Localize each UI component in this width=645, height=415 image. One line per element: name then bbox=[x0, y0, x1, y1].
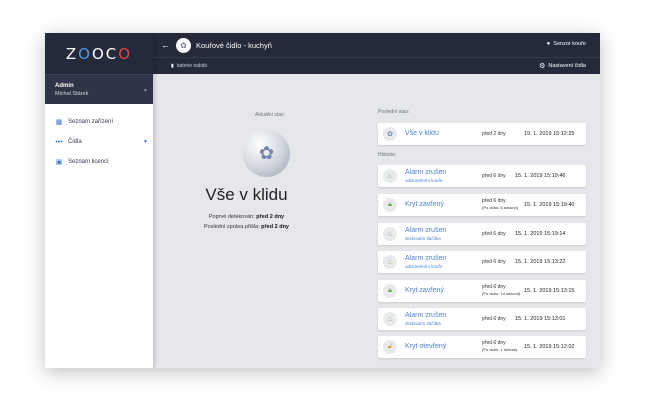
event-timestamp: 15. 1. 2019 15:13:22 bbox=[515, 259, 566, 265]
battery-label: baterie nabitá bbox=[176, 63, 208, 69]
chevron-down-icon[interactable]: ▼ bbox=[143, 88, 148, 94]
last-state-card[interactable]: ✿ Vše v klidu před 2 dny 19. 1. 2019 15:… bbox=[378, 123, 586, 145]
fan-icon: ✿ bbox=[383, 127, 397, 141]
logo-letter: O bbox=[78, 44, 92, 63]
sensor-type-button[interactable]: ● Senzor kouře bbox=[547, 41, 586, 47]
smoke-sensor-icon: ✿ bbox=[176, 37, 191, 53]
history-item[interactable]: ♨ Alarm zrušen stisknutím tlačítka před … bbox=[378, 223, 586, 245]
sensor-settings-button[interactable]: ⚙ Nastavení čidla bbox=[539, 62, 586, 70]
event-title: Alarm zrušen bbox=[405, 312, 447, 319]
event-ago: před 6 dny bbox=[482, 316, 506, 322]
event-timestamp: 15. 1. 2019 15:13:01 bbox=[515, 316, 566, 322]
logo[interactable]: ZOOCO bbox=[66, 45, 132, 63]
current-state-label: Aktuální stav: bbox=[255, 112, 286, 118]
event-timestamp: 15. 1. 2019 15:12:02 bbox=[524, 344, 575, 350]
grid-icon: ▦ bbox=[55, 119, 63, 126]
event-title: Kryt zavřený bbox=[405, 287, 444, 294]
logo-bar: ZOOCO bbox=[45, 33, 153, 74]
user-role: Admin bbox=[55, 82, 74, 89]
sensor-settings-label: Nastavení čidla bbox=[548, 63, 586, 69]
history-item[interactable]: 🔒︎ Kryt zavřený před 6 dny (Po dobu: 14 … bbox=[378, 280, 586, 302]
smoke-sensor-icon: ✿ bbox=[243, 130, 290, 177]
history-label: Historie: bbox=[378, 152, 397, 158]
battery-status: ▮ baterie nabitá bbox=[171, 63, 207, 69]
sub-header-bar: ▮ baterie nabitá ⚙ Nastavení čidla bbox=[153, 57, 600, 74]
header-bar: ← ✿ Kouřové čidlo - kuchyň ● Senzor kouř… bbox=[153, 33, 600, 57]
app-window: ZOOCO Admin Michal Stárek ▼ ▦ Seznam zař… bbox=[45, 33, 600, 368]
sidebar-item-sensors[interactable]: ••• Čidla ▼ bbox=[45, 132, 153, 152]
event-timestamp: 15. 1. 2019 15:13:15 bbox=[524, 288, 575, 294]
sidebar-item-devices[interactable]: ▦ Seznam zařízení bbox=[45, 112, 153, 132]
battery-icon: ▮ bbox=[171, 63, 174, 69]
page-title: Kouřové čidlo - kuchyň bbox=[196, 40, 272, 50]
smoke-icon: ♨ bbox=[383, 312, 397, 326]
event-duration: (Po dobu: 14 sekund) bbox=[482, 291, 521, 296]
event-ago: před 6 dny bbox=[482, 173, 506, 179]
document-icon: ▣ bbox=[55, 159, 63, 166]
event-ago: před 6 dny bbox=[482, 259, 506, 265]
sidebar: ZOOCO Admin Michal Stárek ▼ ▦ Seznam zař… bbox=[45, 33, 153, 368]
event-subtitle: stisknutím tlačítka bbox=[405, 321, 441, 326]
event-ago: před 6 dny bbox=[482, 340, 506, 346]
first-detected-label: Poprvé detekován: bbox=[208, 214, 255, 220]
sidebar-item-licenses[interactable]: ▣ Seznam licencí bbox=[45, 152, 153, 172]
sidebar-item-label: Čidla bbox=[68, 139, 82, 145]
dots-icon: ••• bbox=[55, 138, 63, 146]
event-title: Kryt otevřený bbox=[405, 343, 447, 350]
event-subtitle: odstraněním kouře bbox=[405, 264, 443, 269]
last-message: Poslední zpráva přišla: před 2 dny bbox=[158, 224, 335, 230]
event-title: Vše v klidu bbox=[405, 130, 439, 137]
last-message-label: Poslední zpráva přišla: bbox=[204, 224, 260, 230]
lock-icon: 🔒︎ bbox=[383, 284, 397, 298]
logo-letter: O bbox=[91, 44, 106, 63]
logo-letter: C bbox=[105, 44, 119, 63]
event-ago: před 2 dny bbox=[482, 131, 506, 137]
user-box[interactable]: Admin Michal Stárek ▼ bbox=[45, 74, 153, 104]
logo-letter: O bbox=[118, 44, 133, 63]
event-title: Alarm zrušen bbox=[405, 227, 447, 234]
lock-icon: 🔒︎ bbox=[383, 198, 397, 212]
back-arrow-icon[interactable]: ← bbox=[161, 40, 170, 50]
event-subtitle: stisknutím tlačítka bbox=[405, 236, 441, 241]
event-duration: (Po dobu: 1 minuta) bbox=[482, 347, 518, 352]
gear-icon: ⚙ bbox=[539, 63, 546, 70]
event-timestamp: 19. 1. 2019 15:12:25 bbox=[524, 131, 575, 137]
event-subtitle: odstraněním kouře bbox=[405, 178, 443, 183]
last-message-value: před 2 dny bbox=[261, 224, 289, 230]
user-name: Michal Stárek bbox=[55, 90, 89, 97]
chevron-down-icon[interactable]: ▼ bbox=[143, 139, 148, 145]
event-timestamp: 15. 1. 2019 15:19:46 bbox=[515, 173, 566, 179]
event-timestamp: 15. 1. 2019 15:19:14 bbox=[515, 231, 566, 237]
sensor-type-label: Senzor kouře bbox=[553, 41, 586, 47]
first-detected-value: před 2 dny bbox=[256, 214, 285, 220]
history-item[interactable]: ♨ Alarm zrušen odstraněním kouře před 6 … bbox=[378, 251, 586, 273]
first-detected: Poprvé detekován: před 2 dny bbox=[158, 214, 335, 220]
history-item[interactable]: 🔒︎ Kryt zavřený před 6 dny (Po dobu: 6 s… bbox=[378, 194, 586, 216]
event-duration: (Po dobu: 6 sekund) bbox=[482, 205, 519, 210]
event-title: Alarm zrušen bbox=[405, 169, 447, 176]
sidebar-item-label: Seznam zařízení bbox=[68, 119, 114, 125]
smoke-icon: ♨ bbox=[383, 227, 397, 241]
event-ago: před 6 dny bbox=[482, 231, 506, 237]
history-item[interactable]: ♨ Alarm zrušen stisknutím tlačítka před … bbox=[378, 308, 586, 330]
event-title: Kryt zavřený bbox=[405, 201, 444, 208]
event-title: Alarm zrušen bbox=[405, 255, 447, 262]
current-state-title: Vše v klidu bbox=[205, 185, 288, 204]
smoke-icon: ♨ bbox=[383, 169, 397, 183]
history-item[interactable]: ♨ Alarm zrušen odstraněním kouře před 6 … bbox=[378, 165, 586, 187]
event-timestamp: 15. 1. 2019 15:19:40 bbox=[524, 202, 575, 208]
sidebar-item-label: Seznam licencí bbox=[68, 159, 109, 165]
unlock-icon: 🔓︎ bbox=[383, 340, 397, 354]
flame-icon: ● bbox=[546, 41, 551, 47]
logo-letter: Z bbox=[65, 44, 79, 63]
event-ago: před 6 dny bbox=[482, 284, 506, 290]
history-item[interactable]: 🔓︎ Kryt otevřený před 6 dny (Po dobu: 1 … bbox=[378, 336, 586, 358]
event-ago: před 6 dny bbox=[482, 198, 506, 204]
last-state-label: Poslední stav: bbox=[378, 109, 410, 115]
smoke-icon: ♨ bbox=[383, 255, 397, 269]
